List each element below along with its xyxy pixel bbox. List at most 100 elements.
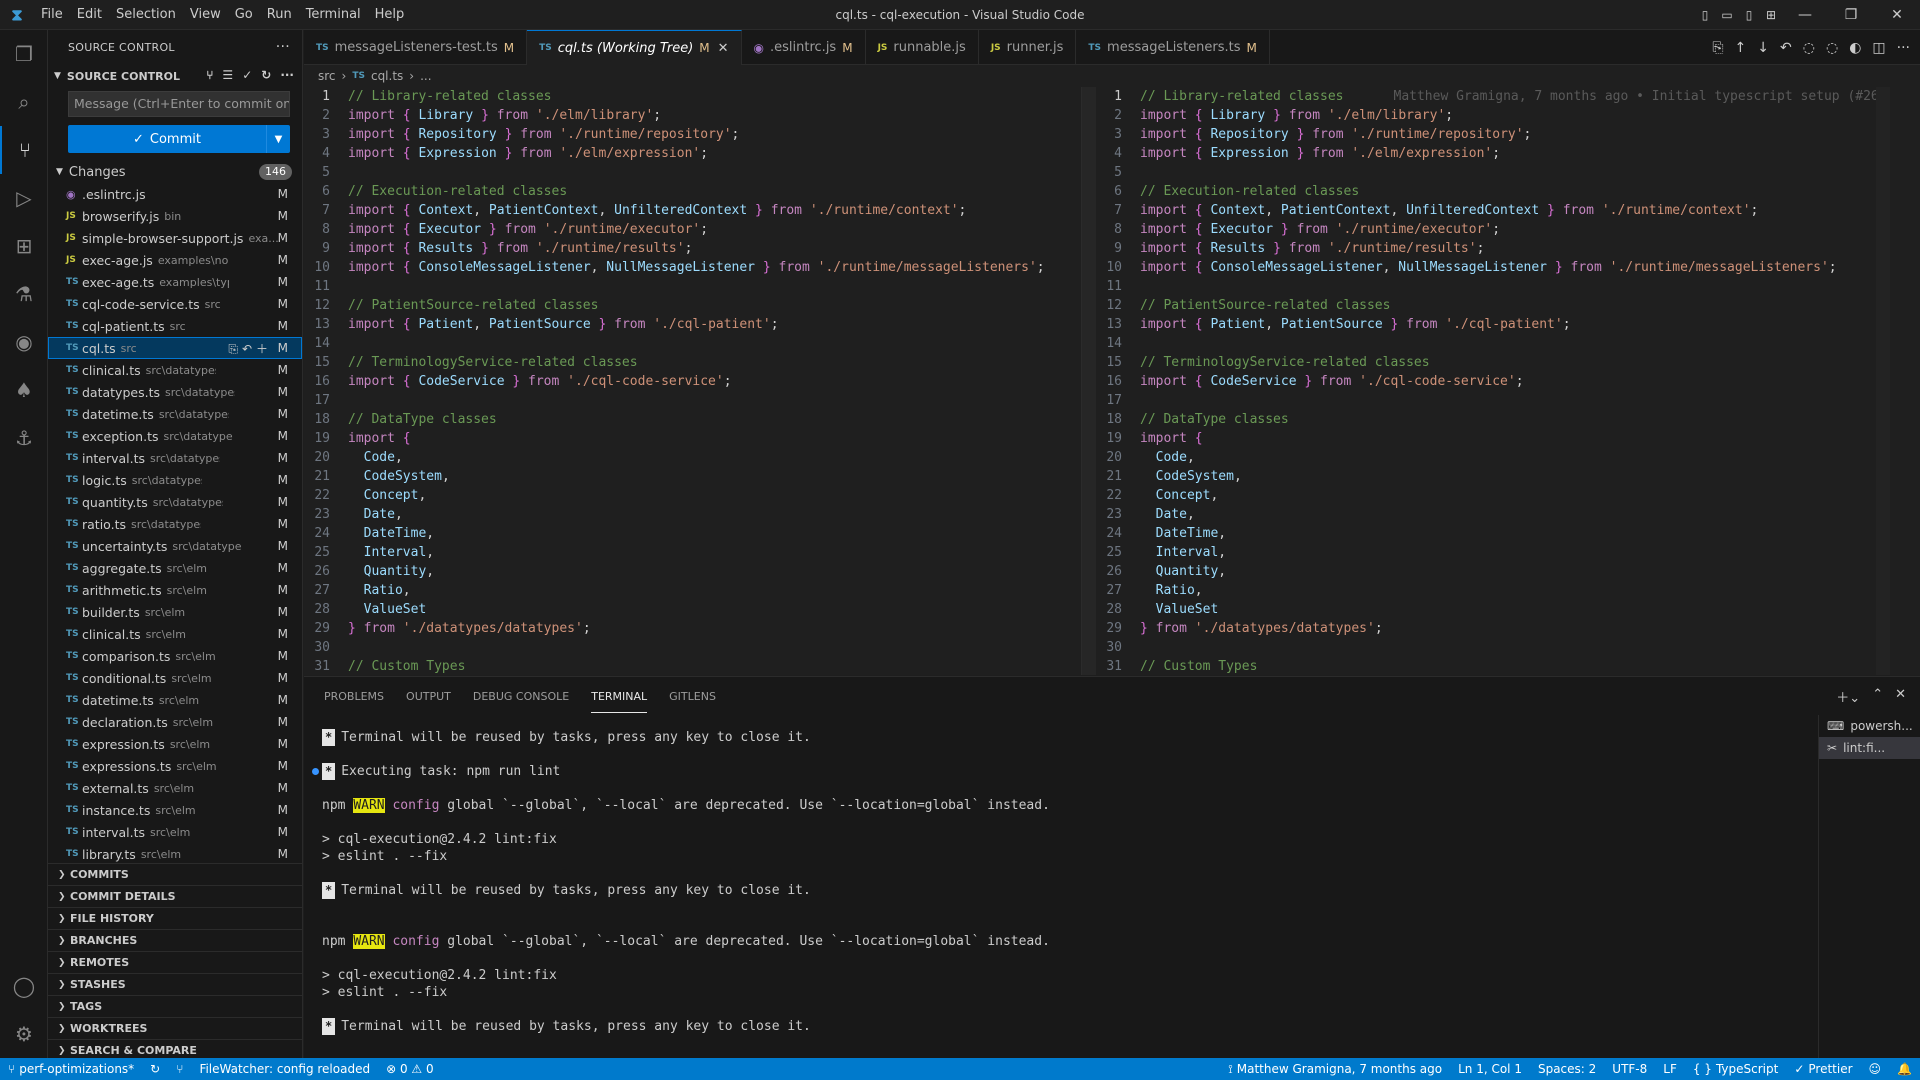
- menu-item-go[interactable]: Go: [228, 0, 260, 30]
- customize-layout-icon[interactable]: ⊞: [1760, 0, 1782, 30]
- changed-file-item[interactable]: TS cql-patient.ts src M: [48, 315, 302, 337]
- commit-message-input[interactable]: Message (Ctrl+Enter to commit on '...: [68, 91, 290, 117]
- close-tab-icon[interactable]: ✕: [718, 41, 729, 56]
- changed-file-item[interactable]: TS ratio.ts src\datatypes M: [48, 513, 302, 535]
- changed-file-item[interactable]: TS clinical.ts src\datatypes M: [48, 359, 302, 381]
- minimize-button[interactable]: —: [1782, 0, 1828, 30]
- changed-file-item[interactable]: TS cql.ts src ⎘↶＋ M: [48, 337, 302, 359]
- cursor-position[interactable]: Ln 1, Col 1: [1450, 1062, 1530, 1076]
- editor-tab[interactable]: TS messageListeners.ts M: [1076, 30, 1270, 65]
- terminal-instance[interactable]: ✂ lint:fi...: [1819, 737, 1920, 759]
- changed-file-item[interactable]: TS library.ts src\elm M: [48, 843, 302, 863]
- changed-file-item[interactable]: TS logic.ts src\datatypes M: [48, 469, 302, 491]
- panel-tab-problems[interactable]: PROBLEMS: [324, 682, 384, 712]
- more-icon[interactable]: ···: [280, 68, 294, 82]
- changed-file-item[interactable]: TS declaration.ts src\elm M: [48, 711, 302, 733]
- commit-dropdown-icon[interactable]: ▼: [266, 125, 290, 153]
- changed-file-item[interactable]: TS quantity.ts src\datatypes M: [48, 491, 302, 513]
- language-mode[interactable]: { } TypeScript: [1685, 1062, 1786, 1076]
- refresh-icon[interactable]: ↻: [261, 68, 271, 82]
- panel-tab-output[interactable]: OUTPUT: [406, 682, 451, 712]
- file-watcher-status[interactable]: FileWatcher: config reloaded: [191, 1062, 378, 1076]
- editor-tab[interactable]: JS runnable.js: [866, 30, 979, 65]
- panel-tab-terminal[interactable]: TERMINAL: [591, 682, 648, 713]
- changed-file-item[interactable]: TS expression.ts src\elm M: [48, 733, 302, 755]
- minimap-scrollbar[interactable]: [1876, 87, 1890, 675]
- next-change-icon[interactable]: ↓: [1757, 40, 1769, 56]
- gitlens-icon[interactable]: ◉: [0, 318, 48, 366]
- encoding[interactable]: UTF-8: [1604, 1062, 1655, 1076]
- section-tags[interactable]: ❯ TAGS: [48, 995, 302, 1017]
- section-stashes[interactable]: ❯ STASHES: [48, 973, 302, 995]
- extensions-icon[interactable]: ⊞: [0, 222, 48, 270]
- commit-button[interactable]: ✓ Commit: [68, 125, 266, 153]
- commit-check-icon[interactable]: ✓: [242, 68, 252, 82]
- changed-file-item[interactable]: TS comparison.ts src\elm M: [48, 645, 302, 667]
- changed-file-item[interactable]: TS cql-code-service.ts src M: [48, 293, 302, 315]
- new-terminal-icon[interactable]: ＋⌄: [1836, 687, 1860, 706]
- editor-tab[interactable]: TS messageListeners-test.ts M: [304, 30, 528, 65]
- changed-file-item[interactable]: JS exec-age.js examples\node M: [48, 249, 302, 271]
- section-branches[interactable]: ❯ BRANCHES: [48, 929, 302, 951]
- gitlens-status-icon[interactable]: ⑂: [168, 1062, 191, 1076]
- terminal-output[interactable]: * Terminal will be reused by tasks, press…: [312, 729, 1802, 1035]
- changed-file-item[interactable]: TS aggregate.ts src\elm M: [48, 557, 302, 579]
- prettier-status[interactable]: ✓ Prettier: [1786, 1062, 1860, 1076]
- revert-icon[interactable]: ↶: [1780, 40, 1792, 56]
- explorer-icon[interactable]: ❐: [0, 30, 48, 78]
- toggle-panel-icon[interactable]: ▭: [1716, 0, 1738, 30]
- end-of-line[interactable]: LF: [1655, 1062, 1685, 1076]
- breadcrumb-file[interactable]: cql.ts: [371, 69, 403, 83]
- settings-gear-icon[interactable]: ⚙: [0, 1010, 48, 1058]
- diff-editor-modified[interactable]: 1 // Library-related classes Matthew Grami…: [1096, 87, 1920, 675]
- changed-file-item[interactable]: TS builder.ts src\elm M: [48, 601, 302, 623]
- breadcrumb-more[interactable]: ...: [420, 69, 431, 83]
- panel-tab-gitlens[interactable]: GITLENS: [669, 682, 716, 712]
- open-file-icon[interactable]: ⎘: [1712, 40, 1723, 56]
- menu-item-terminal[interactable]: Terminal: [299, 0, 368, 30]
- editor-tab[interactable]: JS runner.js: [979, 30, 1077, 65]
- changed-file-item[interactable]: TS exception.ts src\datatypes M: [48, 425, 302, 447]
- changed-file-item[interactable]: TS clinical.ts src\elm M: [48, 623, 302, 645]
- changed-file-item[interactable]: TS arithmetic.ts src\elm M: [48, 579, 302, 601]
- changed-file-item[interactable]: TS conditional.ts src\elm M: [48, 667, 302, 689]
- terminal-instance[interactable]: ⌨ powersh...: [1819, 715, 1920, 737]
- indentation[interactable]: Spaces: 2: [1530, 1062, 1604, 1076]
- search-icon[interactable]: ⌕: [0, 78, 48, 126]
- testing-icon[interactable]: ⚗: [0, 270, 48, 318]
- section-commit-details[interactable]: ❯ COMMIT DETAILS: [48, 885, 302, 907]
- section-worktrees[interactable]: ❯ WORKTREES: [48, 1017, 302, 1039]
- maximize-panel-icon[interactable]: ⌃: [1872, 687, 1883, 706]
- editor-more-icon[interactable]: ···: [1897, 40, 1910, 56]
- close-panel-icon[interactable]: ✕: [1895, 687, 1906, 706]
- diff-editor-original[interactable]: 1 // Library-related classes 2 import { Lib…: [304, 87, 1082, 675]
- menu-item-file[interactable]: File: [34, 0, 70, 30]
- changed-file-item[interactable]: TS expressions.ts src\elm M: [48, 755, 302, 777]
- menu-item-selection[interactable]: Selection: [109, 0, 183, 30]
- feedback-icon[interactable]: ☺: [1861, 1062, 1890, 1076]
- diff-scrollbar-left[interactable]: [1082, 87, 1096, 675]
- panel-tab-debug-console[interactable]: DEBUG CONSOLE: [473, 682, 569, 712]
- toggle-sidebar-icon[interactable]: ▯: [1694, 0, 1716, 30]
- changed-file-item[interactable]: TS datetime.ts src\datatypes M: [48, 403, 302, 425]
- next-revision-icon[interactable]: ◌: [1826, 40, 1838, 56]
- split-editor-icon[interactable]: ◫: [1872, 40, 1885, 56]
- editor-tab[interactable]: TS cql.ts (Working Tree) M ✕: [527, 30, 742, 65]
- close-window-button[interactable]: ✕: [1874, 0, 1920, 30]
- changed-file-item[interactable]: JS browserify.js bin M: [48, 205, 302, 227]
- more-actions-icon[interactable]: ···: [276, 39, 290, 55]
- view-as-tree-icon[interactable]: ☰: [222, 68, 233, 82]
- gitlens-compare-icon[interactable]: ◐: [1849, 40, 1861, 56]
- run-debug-icon[interactable]: ▷: [0, 174, 48, 222]
- accounts-icon[interactable]: ◯: [0, 962, 48, 1010]
- changed-file-item[interactable]: TS external.ts src\elm M: [48, 777, 302, 799]
- sync-icon[interactable]: ↻: [142, 1062, 168, 1076]
- changed-file-item[interactable]: TS datatypes.ts src\datatypes M: [48, 381, 302, 403]
- section-commits[interactable]: ❯ COMMITS: [48, 863, 302, 885]
- toggle-secondary-sidebar-icon[interactable]: ▯: [1738, 0, 1760, 30]
- section-remotes[interactable]: ❯ REMOTES: [48, 951, 302, 973]
- changed-file-item[interactable]: TS uncertainty.ts src\datatypes M: [48, 535, 302, 557]
- prev-revision-icon[interactable]: ◌: [1803, 40, 1815, 56]
- changes-group-header[interactable]: ▼ Changes 146: [48, 161, 302, 183]
- section-file-history[interactable]: ❯ FILE HISTORY: [48, 907, 302, 929]
